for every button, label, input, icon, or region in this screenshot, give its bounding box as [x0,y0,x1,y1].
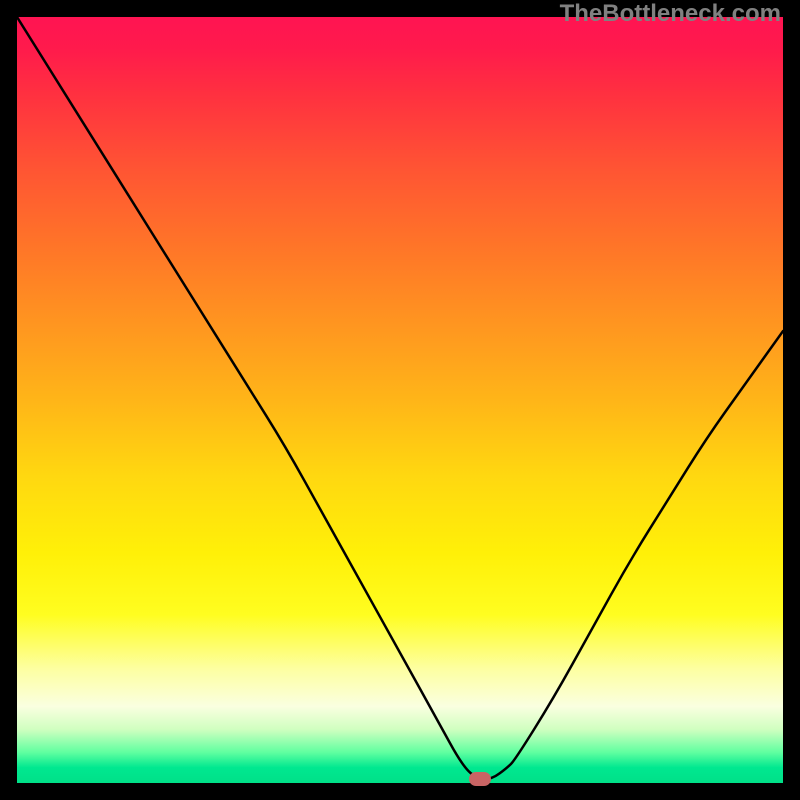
minimum-marker [469,772,491,786]
watermark-text: TheBottleneck.com [560,0,781,28]
chart-container: TheBottleneck.com [0,0,800,800]
bottleneck-curve [17,17,783,783]
